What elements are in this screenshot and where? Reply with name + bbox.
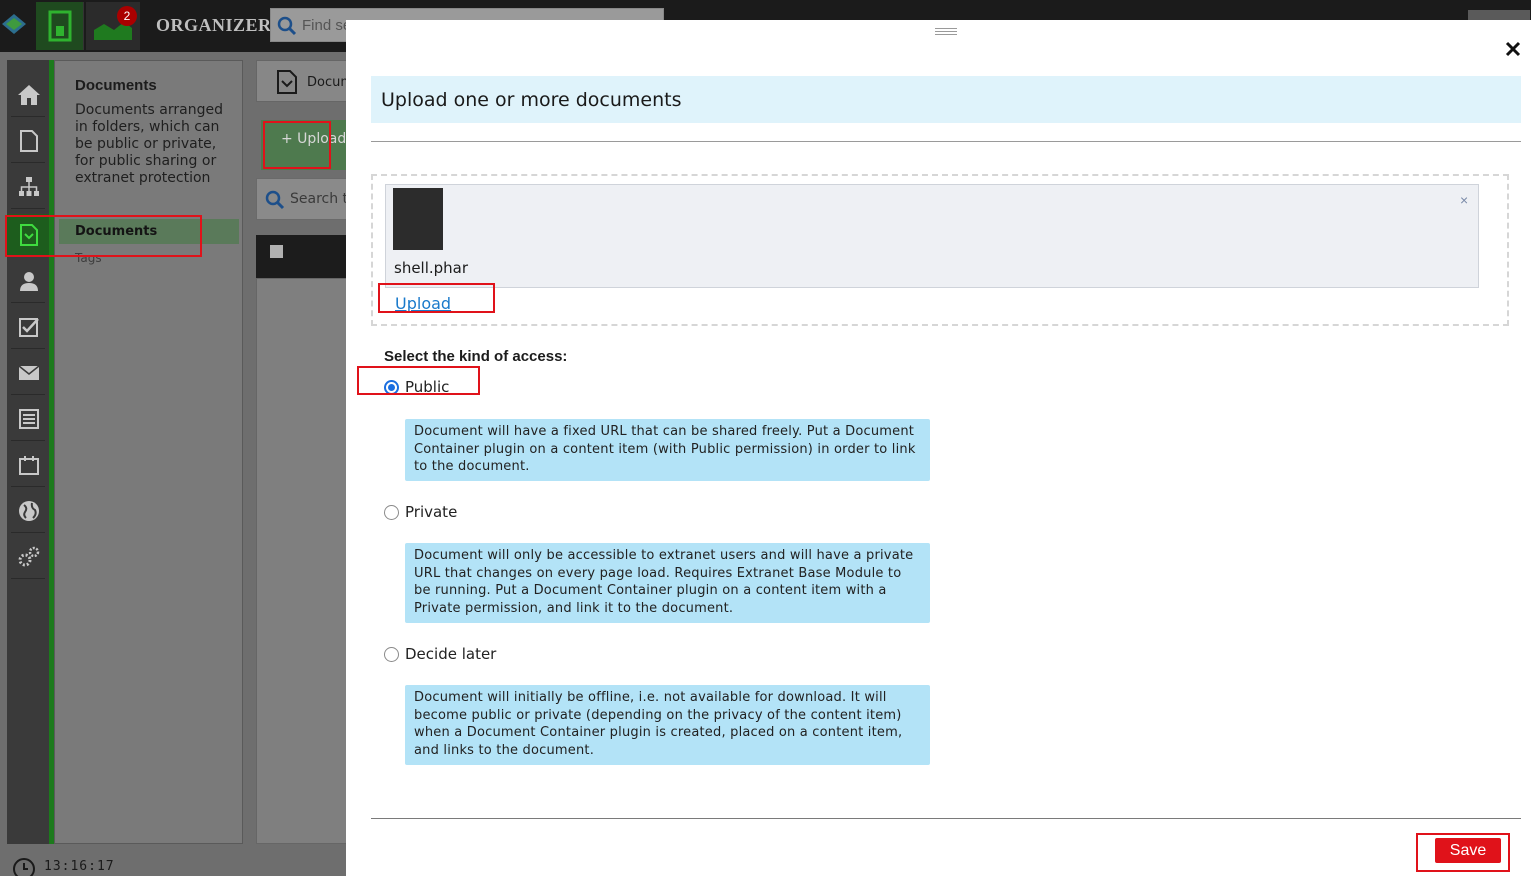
private-radio-label: Private <box>405 503 458 521</box>
document-icon[interactable] <box>16 222 42 248</box>
side-panel-title: Documents <box>75 77 157 94</box>
nav-divider <box>11 348 45 349</box>
nav-divider <box>11 394 45 395</box>
file-name: shell.phar <box>394 259 469 277</box>
clock-icon <box>12 857 36 876</box>
sidebar-item-documents[interactable]: Documents <box>59 219 239 244</box>
decide-later-radio-label: Decide later <box>405 645 497 663</box>
file-thumbnail <box>393 188 443 250</box>
nav-divider <box>11 486 45 487</box>
checkbox-icon[interactable] <box>16 314 42 340</box>
global-search-placeholder: Find se <box>302 17 352 34</box>
nav-divider <box>11 162 45 163</box>
app-logo[interactable] <box>0 8 32 40</box>
side-panel-description: Documents arranged in folders, which can… <box>75 102 223 186</box>
file-preview-item: shell.phar × <box>385 184 1479 288</box>
divider <box>371 818 1521 819</box>
app-title: ORGANIZER <box>156 15 272 35</box>
notification-badge: 2 <box>117 6 137 26</box>
public-radio-label: Public <box>405 378 450 396</box>
access-option-private[interactable]: Private <box>384 503 457 521</box>
dialog-header: Upload one or more documents <box>371 76 1521 123</box>
divider <box>371 141 1521 142</box>
access-option-public[interactable]: Public <box>384 378 449 396</box>
mail-icon[interactable] <box>16 360 42 386</box>
remove-file-icon[interactable]: × <box>1460 192 1468 208</box>
private-radio[interactable] <box>384 504 399 520</box>
nav-divider <box>11 440 45 441</box>
home-icon[interactable] <box>16 82 42 108</box>
upload-dialog: Upload one or more documents shell.phar … <box>346 20 1531 876</box>
documents-search-placeholder: Search t <box>290 191 349 207</box>
table-body <box>256 278 356 844</box>
access-kind-label: Select the kind of access: <box>384 348 568 365</box>
sidebar-item-tags[interactable]: Tags <box>75 251 102 265</box>
select-all-checkbox[interactable] <box>270 245 283 258</box>
public-info: Document will have a fixed URL that can … <box>405 419 930 481</box>
calendar-icon[interactable] <box>16 452 42 478</box>
search-icon <box>265 190 285 214</box>
tab-documents[interactable]: Docum <box>256 60 356 102</box>
document-icon <box>277 70 297 98</box>
globe-icon[interactable] <box>16 498 42 524</box>
nav-divider <box>11 256 45 257</box>
decide-later-info: Document will initially be offline, i.e.… <box>405 685 930 765</box>
clock-time: 13:16:17 <box>44 859 115 874</box>
home-tile-icon[interactable] <box>36 2 84 50</box>
page-icon[interactable] <box>16 128 42 154</box>
upload-link[interactable]: Upload <box>395 294 451 313</box>
drag-handle-icon[interactable] <box>935 28 957 36</box>
private-info: Document will only be accessible to extr… <box>405 543 930 623</box>
nav-divider <box>11 116 45 117</box>
nav-divider <box>11 532 45 533</box>
nav-divider <box>11 208 45 209</box>
public-radio[interactable] <box>384 379 399 395</box>
upload-button-label: + Upload <box>281 131 347 147</box>
nav-divider <box>11 302 45 303</box>
search-icon <box>277 16 297 40</box>
access-option-decide-later[interactable]: Decide later <box>384 645 496 663</box>
nav-divider <box>11 578 45 579</box>
user-icon[interactable] <box>16 268 42 294</box>
documents-list-panel: Docum + Upload Search t <box>256 60 356 844</box>
gears-icon[interactable] <box>16 544 42 570</box>
left-nav <box>7 60 49 844</box>
decide-later-radio[interactable] <box>384 646 399 662</box>
save-button[interactable]: Save <box>1435 838 1501 863</box>
documents-search-input[interactable]: Search t <box>256 178 356 220</box>
sitemap-icon[interactable] <box>16 174 42 200</box>
documents-side-panel: Documents Documents arranged in folders,… <box>54 60 243 844</box>
close-icon[interactable] <box>1502 38 1524 60</box>
table-header <box>256 235 356 278</box>
dialog-title: Upload one or more documents <box>381 89 682 111</box>
form-icon[interactable] <box>16 406 42 432</box>
file-dropzone[interactable]: shell.phar × Upload <box>371 174 1509 326</box>
